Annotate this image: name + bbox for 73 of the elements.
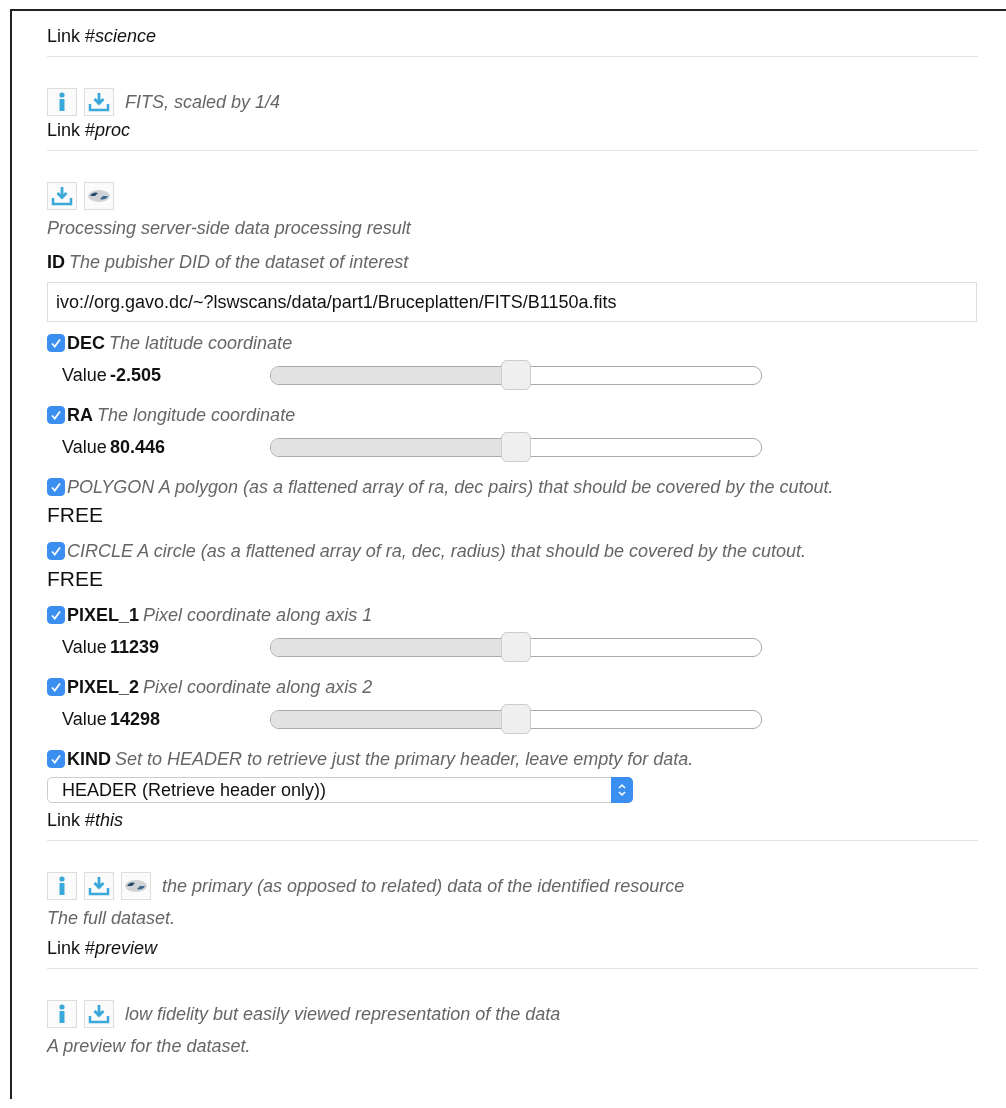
download-icon [88, 1004, 110, 1024]
parameter-name: PIXEL_2 [67, 676, 140, 699]
parameter-description: The longitude coordinate [97, 404, 296, 427]
checkbox[interactable] [47, 334, 65, 352]
slider-thumb[interactable] [501, 631, 531, 662]
free-text: FREE [47, 567, 103, 590]
description-text: The full dataset. [47, 908, 176, 928]
checkbox[interactable] [47, 678, 65, 696]
stepper-icon [611, 777, 633, 803]
download-button[interactable] [47, 182, 77, 210]
slider-thumb[interactable] [501, 359, 531, 390]
parameter-name: DEC [67, 332, 105, 355]
download-button[interactable] [84, 88, 114, 116]
download-icon [88, 92, 110, 112]
slider-thumb[interactable] [501, 703, 531, 734]
check-icon [50, 409, 62, 421]
link-description: FITS, scaled by 1/4 [125, 91, 281, 113]
parameter-description: Set to HEADER to retrieve just the primary header, leave empty for data. [115, 748, 694, 771]
link-description: the primary (as opposed to related) data of the identified resource [162, 875, 685, 897]
value-text: 80.446 [110, 436, 167, 458]
parameter-description: Pixel coordinate along axis 2 [143, 676, 373, 699]
select-dropdown[interactable]: HEADER (Retrieve header only)) [47, 777, 633, 803]
info-button[interactable] [47, 88, 77, 116]
download-icon [88, 876, 110, 896]
link-description: low fidelity but easily viewed representation of the data [125, 1003, 561, 1025]
link-heading: Link #proc [47, 120, 131, 140]
processing-button[interactable] [121, 872, 151, 900]
checkbox[interactable] [47, 542, 65, 560]
check-icon [50, 753, 62, 765]
check-icon [50, 681, 62, 693]
value-text: 11239 [110, 636, 161, 658]
input-field[interactable]: ivo://org.gavo.dc/~?lswscans/data/part1/Bruceplatten/FITS/B1150a.fits [47, 282, 977, 322]
parameter-description: The latitude coordinate [109, 332, 293, 355]
processing-button[interactable] [84, 182, 114, 210]
check-icon [50, 481, 62, 493]
parameter-name: ID [47, 251, 65, 274]
disc-icon [87, 189, 111, 203]
info-icon [57, 876, 67, 896]
parameter-description: CIRCLE A circle (as a flattened array of ra, dec, radius) that should be covered by the cutout. [67, 540, 807, 563]
checkbox[interactable] [47, 406, 65, 424]
check-icon [50, 545, 62, 557]
checkbox[interactable] [47, 478, 65, 496]
checkbox[interactable] [47, 606, 65, 624]
value-label: Value [62, 364, 108, 386]
check-icon [50, 609, 62, 621]
check-icon [50, 337, 62, 349]
value-label: Value [62, 436, 108, 458]
slider-thumb[interactable] [501, 431, 531, 462]
download-button[interactable] [84, 872, 114, 900]
value-label: Value [62, 708, 108, 730]
parameter-name: RA [67, 404, 93, 427]
description-text: Processing server-side data processing result [47, 218, 411, 238]
parameter-description: POLYGON A polygon (as a flattened array of ra, dec pairs) that should be covered by the cutout. [67, 476, 834, 499]
checkbox[interactable] [47, 750, 65, 768]
value-label: Value [62, 636, 108, 658]
value-text: 14298 [110, 708, 162, 730]
disc-icon [124, 879, 148, 893]
info-button[interactable] [47, 872, 77, 900]
info-button[interactable] [47, 1000, 77, 1028]
download-icon [51, 186, 73, 206]
parameter-name: KIND [67, 748, 111, 771]
description-text: A preview for the dataset. [47, 1036, 251, 1056]
parameter-description: Pixel coordinate along axis 1 [143, 604, 373, 627]
info-icon [57, 92, 67, 112]
value-text: -2.505 [110, 364, 163, 386]
info-icon [57, 1004, 67, 1024]
link-heading: Link #this [47, 810, 124, 830]
link-heading: Link #science [47, 26, 157, 46]
download-button[interactable] [84, 1000, 114, 1028]
link-heading: Link #preview [47, 938, 158, 958]
free-text: FREE [47, 503, 103, 526]
parameter-description: The pubisher DID of the dataset of interest [69, 251, 409, 274]
parameter-name: PIXEL_1 [67, 604, 140, 627]
